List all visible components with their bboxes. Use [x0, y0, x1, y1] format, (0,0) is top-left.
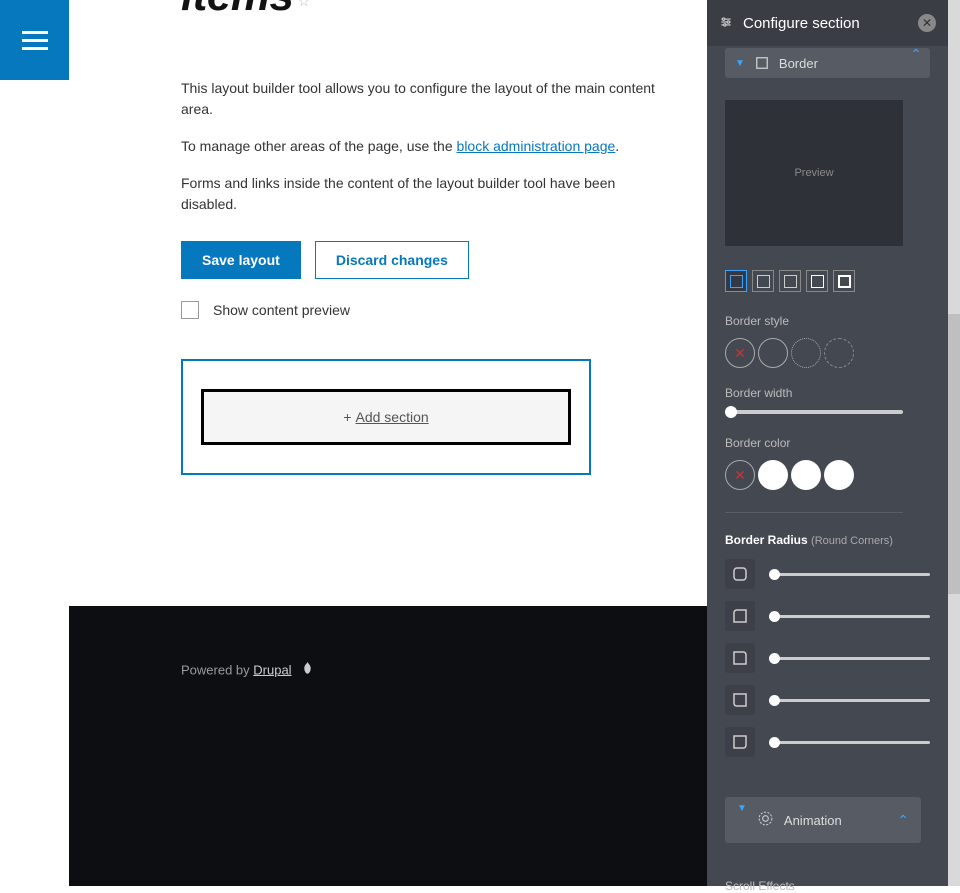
border-style-none[interactable]: ✕	[725, 338, 755, 368]
layout-region-selected[interactable]: + Add section	[181, 359, 591, 475]
border-preview-box: Preview	[725, 100, 903, 246]
radius-slider-tr[interactable]	[769, 657, 930, 660]
add-section-label: Add section	[356, 409, 429, 425]
radius-row-tr	[725, 643, 930, 673]
border-radius-label: Border Radius (Round Corners)	[725, 533, 930, 547]
radius-row-all	[725, 559, 930, 589]
border-side-option[interactable]	[833, 270, 855, 292]
radius-slider-tl[interactable]	[769, 615, 930, 618]
radius-row-bl	[725, 685, 930, 715]
radius-row-br	[725, 727, 930, 757]
radius-top-left-icon[interactable]	[725, 601, 755, 631]
animation-icon	[757, 810, 774, 830]
page-title-wrap: items ☆	[181, 0, 667, 20]
panel-scrollbar[interactable]	[948, 314, 960, 594]
panel-divider	[725, 512, 903, 513]
border-width-label: Border width	[725, 386, 930, 400]
action-buttons: Save layout Discard changes	[181, 241, 667, 279]
border-style-dashed[interactable]	[824, 338, 854, 368]
save-layout-button[interactable]: Save layout	[181, 241, 301, 279]
show-preview-label: Show content preview	[213, 302, 350, 318]
plus-icon: +	[343, 409, 351, 425]
show-preview-row: Show content preview	[181, 301, 667, 319]
radius-slider-br[interactable]	[769, 741, 930, 744]
chevron-up-icon: ⌃	[897, 812, 909, 829]
border-side-option[interactable]	[806, 270, 828, 292]
triangle-down-icon: ▼	[737, 803, 747, 814]
border-style-solid[interactable]	[758, 338, 788, 368]
page-title: items	[181, 0, 293, 20]
panel-title: Configure section	[743, 15, 908, 32]
border-icon	[755, 56, 769, 70]
border-side-option[interactable]	[779, 270, 801, 292]
border-accordion-header[interactable]: ▼ Border ⌃	[725, 48, 930, 78]
desc-paragraph-2: To manage other areas of the page, use t…	[181, 136, 667, 157]
border-color-white[interactable]	[791, 460, 821, 490]
panel-header: Configure section ✕	[707, 0, 948, 46]
configure-section-panel: Configure section ✕ ▼ Border ⌃ Preview B…	[707, 0, 960, 886]
border-style-label: Border style	[725, 314, 930, 328]
radius-all-icon[interactable]	[725, 559, 755, 589]
border-color-white[interactable]	[824, 460, 854, 490]
border-color-options: ✕	[725, 460, 930, 490]
drupal-link[interactable]: Drupal	[253, 662, 291, 677]
border-color-none[interactable]: ✕	[725, 460, 755, 490]
desc-paragraph-3: Forms and links inside the content of th…	[181, 173, 667, 215]
border-style-dotted[interactable]	[791, 338, 821, 368]
border-side-swatches	[725, 270, 930, 292]
block-admin-link[interactable]: block administration page	[457, 138, 616, 154]
border-color-label: Border color	[725, 436, 930, 450]
scroll-effects-label: Scroll Effects	[725, 879, 930, 893]
chevron-up-icon: ⌃	[910, 46, 922, 63]
page-description: This layout builder tool allows you to c…	[181, 78, 667, 215]
border-style-options: ✕	[725, 338, 930, 368]
radius-slider-all[interactable]	[769, 573, 930, 576]
hamburger-menu-button[interactable]	[0, 0, 69, 80]
radius-bottom-right-icon[interactable]	[725, 727, 755, 757]
add-section-button[interactable]: + Add section	[201, 389, 571, 445]
main-content: items ☆ This layout builder tool allows …	[69, 0, 707, 886]
animation-accordion-header[interactable]: ▼ Animation ⌃	[725, 797, 921, 843]
border-color-white[interactable]	[758, 460, 788, 490]
close-panel-button[interactable]: ✕	[918, 14, 936, 32]
drupal-logo-icon	[301, 662, 314, 680]
radius-bottom-left-icon[interactable]	[725, 685, 755, 715]
page-footer: Powered by Drupal	[69, 606, 707, 886]
radius-row-tl	[725, 601, 930, 631]
border-side-option[interactable]	[752, 270, 774, 292]
border-all-sides[interactable]	[725, 270, 747, 292]
radius-top-right-icon[interactable]	[725, 643, 755, 673]
border-width-slider[interactable]	[725, 410, 903, 414]
discard-changes-button[interactable]: Discard changes	[315, 241, 469, 279]
settings-icon	[719, 15, 733, 32]
favorite-star-icon[interactable]: ☆	[297, 0, 310, 10]
triangle-down-icon: ▼	[735, 58, 745, 69]
radius-slider-bl[interactable]	[769, 699, 930, 702]
show-preview-checkbox[interactable]	[181, 301, 199, 319]
desc-paragraph-1: This layout builder tool allows you to c…	[181, 78, 667, 120]
